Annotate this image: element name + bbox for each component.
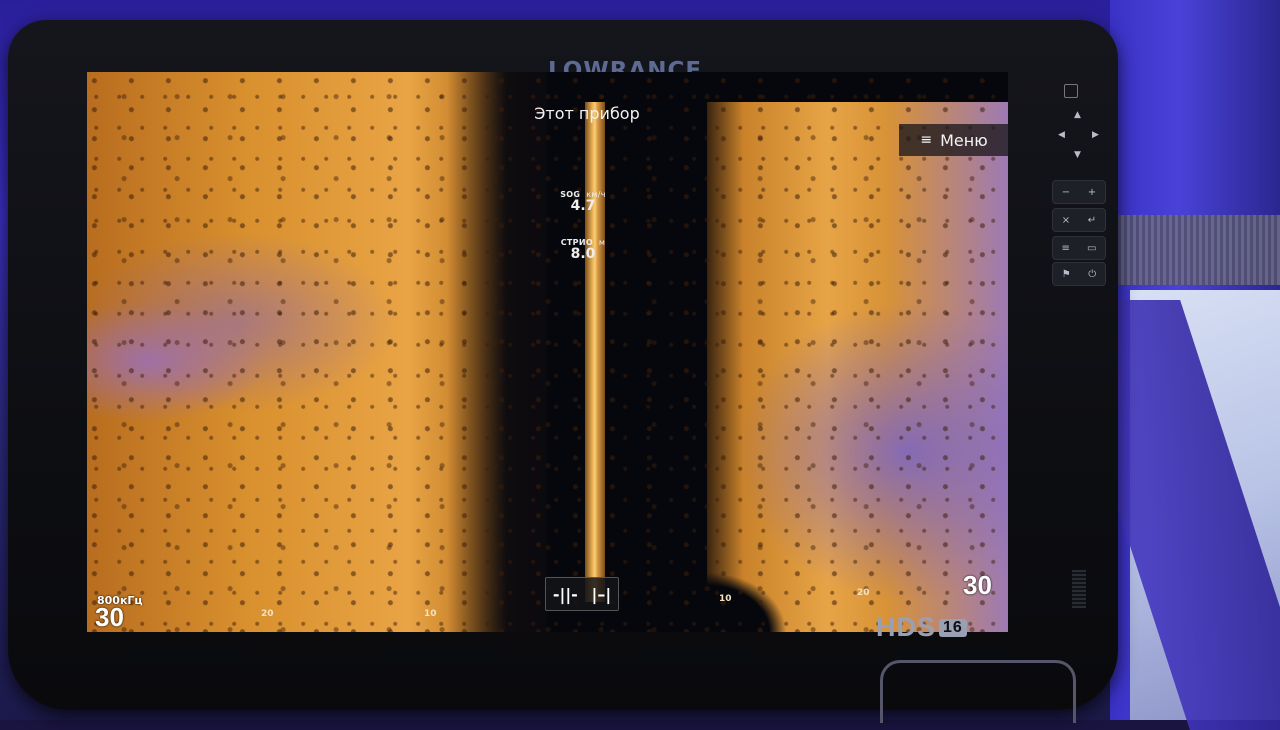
menu-label: Меню — [940, 130, 988, 150]
readout-value: 8.0 — [570, 246, 596, 262]
waypoint-icon[interactable]: ⚑ — [1062, 269, 1071, 280]
readout-depth[interactable]: СТРИО м 8.0 — [547, 238, 619, 262]
transducer-track — [585, 102, 605, 602]
waypoint-power-key[interactable]: ⚑ ⏻ — [1052, 262, 1106, 286]
menu-button[interactable]: ≡ Меню — [899, 124, 1008, 156]
range-tick: 20 — [261, 609, 274, 619]
tent-zipper — [1115, 215, 1280, 285]
source-title: Этот прибор — [534, 104, 640, 123]
arrow-down-icon[interactable]: ▼ — [1074, 150, 1081, 160]
readout-unit: м — [598, 238, 606, 247]
left-range-value: 30 — [95, 602, 124, 632]
range-tick: 10 — [719, 594, 732, 604]
sidescan-right-pane[interactable] — [707, 102, 1008, 632]
plus-icon[interactable]: + — [1088, 187, 1096, 198]
direction-pad[interactable]: ▲ ◀ ▶ ▼ — [1054, 106, 1102, 166]
hamburger-icon: ≡ — [920, 132, 933, 148]
exit-enter-key[interactable]: × ↵ — [1052, 208, 1106, 232]
range-narrow-icon[interactable]: -||- — [553, 585, 578, 604]
right-range-value: 30 — [963, 570, 992, 600]
arrow-up-icon[interactable]: ▲ — [1074, 110, 1081, 120]
keypad: ▲ ◀ ▶ ▼ − + × ↵ ≡ ▭ ⚑ ⏻ — [1050, 80, 1106, 600]
menu-icon[interactable]: ≡ — [1062, 243, 1070, 254]
readout-value: 4.7 — [570, 198, 596, 214]
range-control[interactable]: -||- |–| — [545, 577, 619, 611]
speaker-grille — [1072, 570, 1086, 608]
arrow-left-icon[interactable]: ◀ — [1058, 130, 1065, 140]
model-name: HDS — [876, 612, 937, 642]
model-logo: HDS 16 — [876, 612, 967, 643]
zoom-key[interactable]: − + — [1052, 180, 1106, 204]
readout-sog[interactable]: SOG км/ч 4.7 — [547, 190, 619, 214]
device-mount — [880, 660, 1076, 723]
enter-icon[interactable]: ↵ — [1088, 215, 1096, 226]
range-wide-icon[interactable]: |–| — [591, 585, 611, 604]
pages-icon[interactable] — [1064, 84, 1078, 98]
power-icon[interactable]: ⏻ — [1088, 269, 1096, 280]
water-column-left — [447, 72, 547, 632]
menu-key[interactable]: ≡ ▭ — [1052, 236, 1106, 260]
arrow-right-icon[interactable]: ▶ — [1092, 130, 1099, 140]
model-size-badge: 16 — [939, 619, 967, 637]
minus-icon[interactable]: − — [1062, 187, 1070, 198]
pages-icon[interactable]: ▭ — [1087, 243, 1096, 254]
sonar-screen[interactable]: Этот прибор SOG км/ч 4.7 СТРИО м 8.0 ≡ Мен… — [87, 72, 1008, 632]
close-icon[interactable]: × — [1062, 215, 1070, 226]
range-tick: 10 — [424, 609, 437, 619]
range-tick: 20 — [857, 588, 870, 598]
